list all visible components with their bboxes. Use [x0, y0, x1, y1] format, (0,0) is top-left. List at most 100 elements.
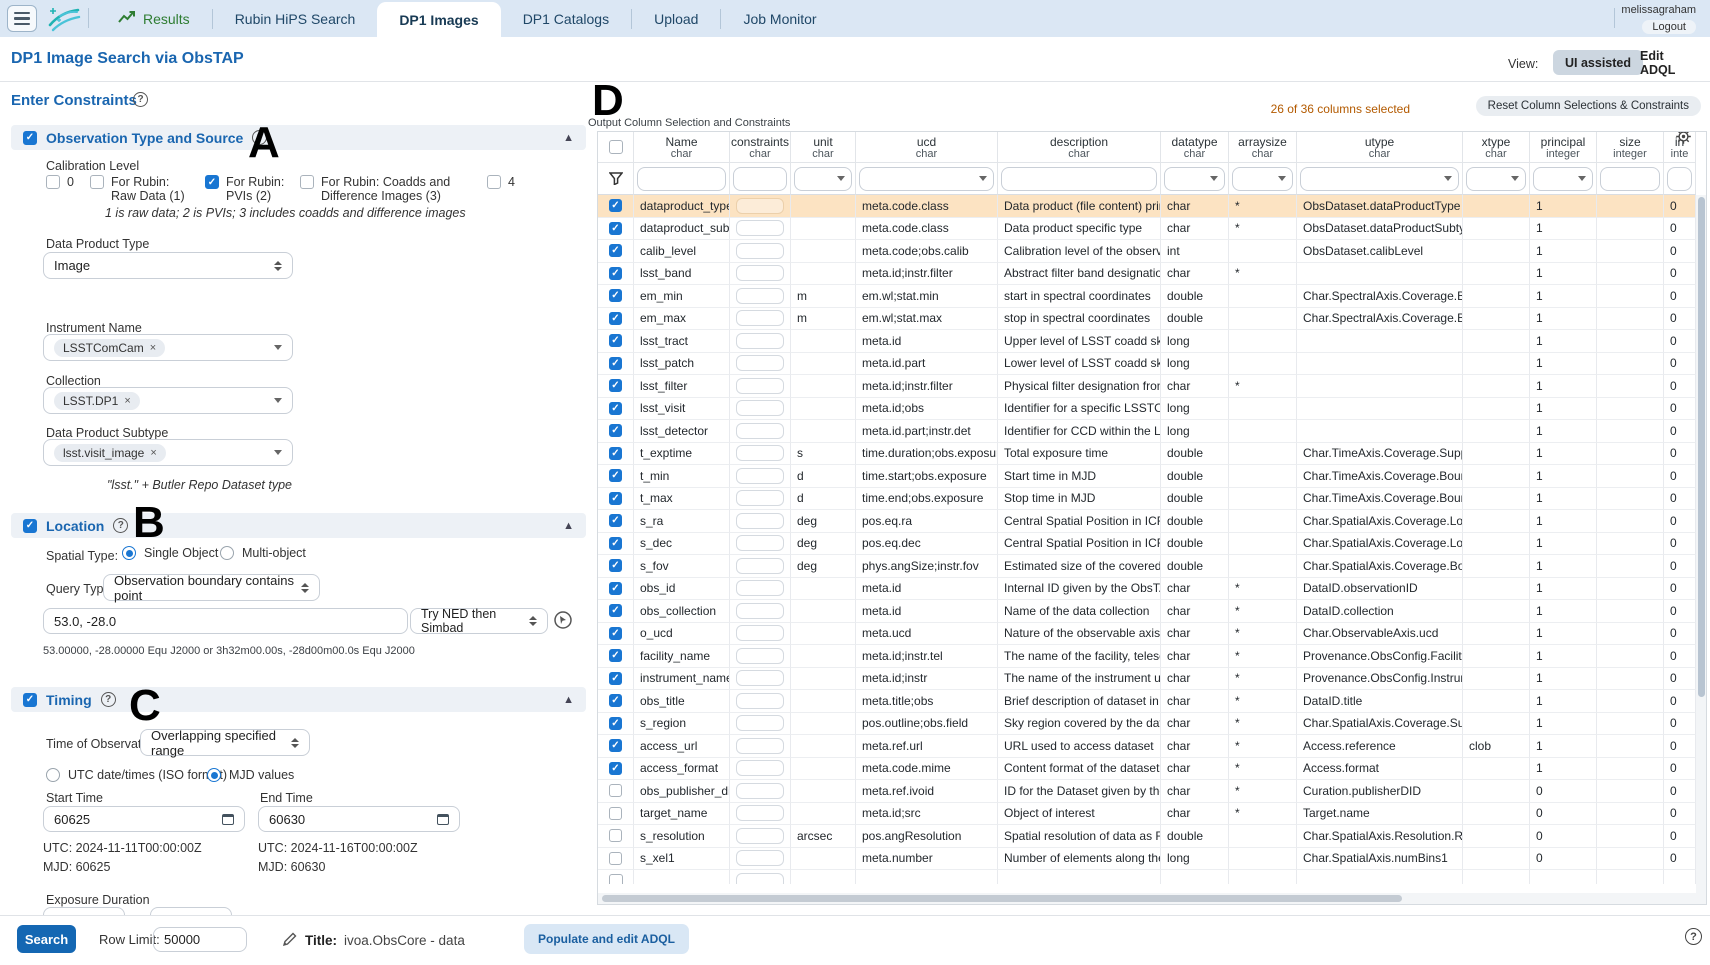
table-row[interactable]: ✓t_exptimestime.duration;obs.exposureTot… — [598, 443, 1696, 466]
tab-rubin-hips-search[interactable]: Rubin HiPS Search — [213, 0, 378, 37]
filter-input-size[interactable] — [1600, 167, 1660, 191]
row-checkbox[interactable]: ✓ — [609, 402, 622, 415]
row-checkbox[interactable]: ✓ — [609, 537, 622, 550]
table-row[interactable]: target_namemeta.id;srcObject of interest… — [598, 803, 1696, 826]
horizontal-scrollbar-thumb[interactable] — [602, 895, 1402, 902]
calendar-icon[interactable] — [222, 814, 234, 825]
filter-funnel-icon[interactable] — [609, 172, 623, 185]
table-row[interactable]: ✓calib_levelmeta.code;obs.calibCalibrati… — [598, 240, 1696, 263]
row-checkbox[interactable]: ✓ — [609, 447, 622, 460]
table-row[interactable]: ✓lsst_detectormeta.id.part;instr.detIden… — [598, 420, 1696, 443]
table-row[interactable]: ✓facility_namemeta.id;instr.telThe name … — [598, 645, 1696, 668]
row-checkbox[interactable]: ✓ — [609, 267, 622, 280]
constraint-input[interactable] — [736, 625, 784, 641]
constraint-input[interactable] — [736, 355, 784, 371]
view-toggle-edit-adql[interactable]: Edit ADQL — [1628, 50, 1710, 75]
spatial-option-1[interactable]: Multi-object — [220, 546, 306, 560]
table-row[interactable]: ✓em_maxmem.wl;stat.maxstop in spectral c… — [598, 308, 1696, 331]
constraint-input[interactable] — [736, 850, 784, 866]
column-header-size[interactable]: sizeinteger — [1597, 132, 1664, 162]
table-row[interactable]: ✓lsst_bandmeta.id;instr.filterAbstract f… — [598, 263, 1696, 286]
enter-constraints-help-icon[interactable]: ? — [133, 92, 148, 107]
column-header-Name[interactable]: Namechar — [634, 132, 730, 162]
table-row[interactable]: ✓dataproduct_subtypemeta.code.classData … — [598, 218, 1696, 241]
constraint-input[interactable] — [736, 693, 784, 709]
populate-adql-button[interactable]: Populate and edit ADQL — [524, 924, 689, 954]
filter-input-Name[interactable] — [637, 167, 726, 191]
location-checkbox[interactable]: ✓ — [23, 519, 37, 533]
row-checkbox[interactable] — [609, 874, 623, 884]
data-product-subtype-multiselect[interactable]: lsst.visit_image× — [43, 439, 293, 466]
table-row[interactable]: ✓lsst_patchmeta.id.partLower level of LS… — [598, 353, 1696, 376]
spatial-option-0[interactable]: Single Object — [122, 546, 218, 560]
table-row[interactable]: ✓obs_titlemeta.title;obsBrief descriptio… — [598, 690, 1696, 713]
filter-input-utype[interactable] — [1300, 167, 1459, 191]
constraint-input[interactable] — [736, 805, 784, 821]
column-header-principal[interactable]: principalinteger — [1530, 132, 1597, 162]
select-all-checkbox[interactable] — [609, 140, 623, 154]
start-time-input[interactable]: 60625 — [43, 806, 245, 832]
tab-upload[interactable]: Upload — [632, 0, 720, 37]
constraint-input[interactable] — [736, 603, 784, 619]
end-time-input[interactable]: 60630 — [258, 806, 460, 832]
row-checkbox[interactable] — [609, 852, 622, 865]
table-row[interactable]: ✓o_ucdmeta.ucdNature of the observable a… — [598, 623, 1696, 646]
table-row[interactable]: ✓s_decdegpos.eq.decCentral Spatial Posit… — [598, 533, 1696, 556]
horizontal-scrollbar[interactable] — [598, 893, 1696, 904]
row-checkbox[interactable]: ✓ — [609, 739, 622, 752]
table-row[interactable]: ✓s_radegpos.eq.raCentral Spatial Positio… — [598, 510, 1696, 533]
time-format-option-radio-1[interactable] — [207, 768, 221, 782]
constraint-input[interactable] — [736, 288, 784, 304]
search-button[interactable]: Search — [17, 925, 76, 953]
row-checkbox[interactable]: ✓ — [609, 199, 622, 212]
coordinates-input[interactable]: 53.0, -28.0 — [43, 608, 408, 634]
calibration-checkbox-1[interactable] — [90, 175, 104, 189]
column-header-constraints[interactable]: constraintschar — [730, 132, 791, 162]
tab-dp1-images[interactable]: DP1 Images — [377, 2, 500, 37]
reset-columns-button[interactable]: Reset Column Selections & Constraints — [1476, 96, 1701, 116]
constraint-input[interactable] — [736, 198, 784, 214]
table-row[interactable]: ✓access_urlmeta.ref.urlURL used to acces… — [598, 735, 1696, 758]
constraint-input[interactable] — [736, 243, 784, 259]
filter-input-constraints[interactable] — [733, 167, 787, 191]
chip-close-icon[interactable]: × — [124, 395, 130, 407]
row-checkbox[interactable]: ✓ — [609, 762, 622, 775]
data-product-type-select[interactable]: Image — [43, 252, 293, 279]
table-row[interactable]: ✓dataproduct_typemeta.code.classData pro… — [598, 195, 1696, 218]
calibration-checkbox-2[interactable]: ✓ — [205, 175, 219, 189]
row-checkbox[interactable]: ✓ — [609, 289, 622, 302]
filter-input-datatype[interactable] — [1164, 167, 1225, 191]
row-checkbox[interactable]: ✓ — [609, 492, 622, 505]
row-checkbox[interactable] — [609, 807, 622, 820]
logout-button[interactable]: Logout — [1642, 20, 1696, 34]
collection-multiselect[interactable]: LSST.DP1× — [43, 387, 293, 414]
constraint-input[interactable] — [736, 378, 784, 394]
constraint-input[interactable] — [736, 535, 784, 551]
instrument-name-multiselect[interactable]: LSSTComCam× — [43, 334, 293, 361]
row-checkbox[interactable]: ✓ — [609, 559, 622, 572]
chevron-up-icon[interactable]: ▲ — [563, 132, 574, 144]
exposure-min-input[interactable] — [43, 907, 125, 915]
table-row[interactable]: ✓t_maxdtime.end;obs.exposureStop time in… — [598, 488, 1696, 511]
tab-results[interactable]: Results — [96, 0, 212, 37]
location-help-icon[interactable]: ? — [113, 518, 128, 533]
filter-input-principal[interactable] — [1533, 167, 1593, 191]
constraint-input[interactable] — [736, 828, 784, 844]
filter-input-unit[interactable] — [794, 167, 852, 191]
column-header-unit[interactable]: unitchar — [791, 132, 856, 162]
time-format-option-radio-0[interactable] — [46, 768, 60, 782]
resolver-select[interactable]: Try NED then Simbad — [410, 608, 548, 634]
chip-close-icon[interactable]: × — [150, 342, 156, 354]
table-row[interactable]: ✓lsst_visitmeta.id;obsIdentifier for a s… — [598, 398, 1696, 421]
tab-job-monitor[interactable]: Job Monitor — [721, 0, 838, 37]
spatial-option-radio-0[interactable] — [122, 546, 136, 560]
section-observation-type[interactable]: ✓ Observation Type and Source ? ▲ — [11, 125, 586, 150]
row-checkbox[interactable]: ✓ — [609, 424, 622, 437]
row-checkbox[interactable] — [609, 829, 622, 842]
time-format-option-0[interactable]: UTC date/times (ISO format) — [46, 768, 227, 782]
constraint-input[interactable] — [736, 423, 784, 439]
row-checkbox[interactable]: ✓ — [609, 717, 622, 730]
timing-checkbox[interactable]: ✓ — [23, 693, 37, 707]
filter-input-ucd[interactable] — [859, 167, 994, 191]
row-checkbox[interactable]: ✓ — [609, 312, 622, 325]
